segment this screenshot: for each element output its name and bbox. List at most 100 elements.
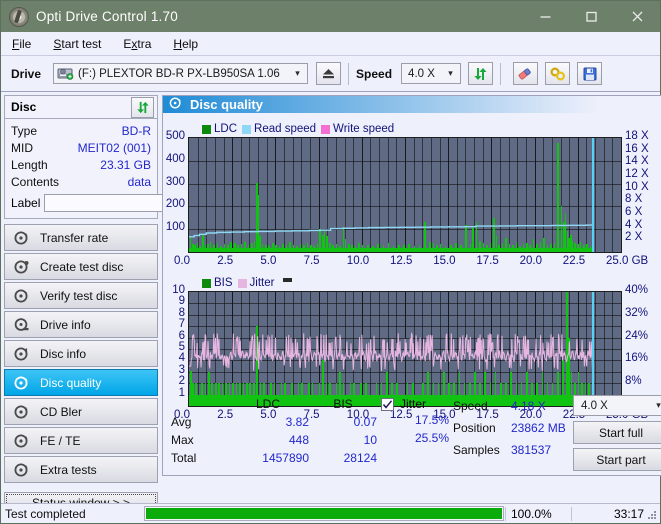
- sidebar-item-transfer-rate[interactable]: Transfer rate: [4, 224, 158, 251]
- disc-key: Length: [11, 158, 48, 172]
- title-bar: Opti Drive Control 1.70: [1, 1, 660, 32]
- disc-info-icon: [14, 346, 30, 362]
- jitter-column: Jitter 17.5% 25.5%: [381, 395, 449, 449]
- legend-item: Jitter: [238, 277, 275, 289]
- cd-bler-icon: [14, 404, 30, 420]
- maximize-button[interactable]: [568, 1, 614, 32]
- position-value: 23862 MB: [511, 421, 566, 435]
- save-button[interactable]: [577, 62, 602, 85]
- stats-ldc-value: 1457890: [227, 451, 309, 465]
- y2-tick-label: 40%: [625, 284, 648, 296]
- charts-area: LDC Read speed Write speed 100 200 300 400 500 2…: [163, 113, 661, 389]
- menu-file[interactable]: File: [10, 36, 33, 52]
- sidebar-item-verify-test-disc[interactable]: Verify test disc: [4, 282, 158, 309]
- pane-header: Disc quality: [163, 96, 661, 113]
- resize-grip-icon[interactable]: [646, 509, 658, 521]
- stats-col-bis: BIS: [309, 397, 377, 411]
- disc-value: MEIT02 (001): [78, 141, 151, 155]
- sidebar-item-drive-info[interactable]: Drive info: [4, 311, 158, 338]
- y-tick-label: 4: [163, 352, 185, 364]
- y-tick-label: 300: [163, 176, 185, 188]
- legend-label: Read speed: [254, 123, 316, 135]
- menu-help[interactable]: Help: [171, 36, 200, 52]
- chevron-down-icon: ▾: [649, 400, 661, 411]
- menu-extra[interactable]: Extra: [121, 36, 153, 52]
- jitter-toggle-row[interactable]: Jitter: [381, 395, 449, 413]
- disc-value: data: [128, 175, 151, 189]
- speed-select[interactable]: 4.0 X ▾: [401, 63, 461, 84]
- x-tick-label: 7.5: [304, 255, 320, 267]
- sidebar-item-extra-tests[interactable]: Extra tests: [4, 456, 158, 483]
- legend-swatch: [202, 279, 211, 288]
- sidebar-item-label: FE / TE: [40, 434, 80, 448]
- stats-bis-value: 0.07: [309, 415, 377, 429]
- disc-refresh-button[interactable]: [131, 97, 154, 118]
- progress-fill: [146, 508, 502, 519]
- drive-select-value: (F:) PLEXTOR BD-R PX-LB950SA 1.06: [78, 68, 288, 80]
- y2-tick-label: 32%: [625, 307, 648, 319]
- erase-button[interactable]: [513, 62, 538, 85]
- sidebar-item-cd-bler[interactable]: CD Bler: [4, 398, 158, 425]
- disc-row-type: Type BD-R: [11, 122, 151, 139]
- plot-area-top-chart-ldc-speed: [188, 137, 622, 253]
- sidebar-item-create-test-disc[interactable]: Create test disc: [4, 253, 158, 280]
- sidebar-item-label: Verify test disc: [40, 289, 117, 303]
- stats-col-ldc: LDC: [227, 397, 309, 411]
- stats-samples-row: Samples 381537: [453, 439, 573, 461]
- nav-list: Transfer rate Create test disc Verify te…: [4, 224, 158, 483]
- legend-item: BIS: [202, 277, 233, 289]
- y2-tick-label: 12 X: [625, 168, 649, 180]
- y-tick-label: 100: [163, 221, 185, 233]
- status-bar: Test completed 100.0% 33:17: [1, 503, 660, 523]
- progress-percent: 100.0%: [505, 507, 571, 521]
- y-tick-label: 3: [163, 364, 185, 376]
- tools-button[interactable]: [545, 62, 570, 85]
- eject-button[interactable]: [316, 62, 341, 85]
- status-message: Test completed: [1, 507, 143, 521]
- disc-value: 23.31 GB: [100, 158, 151, 172]
- fe-te-icon: [14, 433, 30, 449]
- drive-device-icon: [57, 66, 74, 81]
- test-speed-select[interactable]: 4.0 X ▾: [573, 395, 661, 416]
- end-marker-line: [592, 138, 594, 252]
- disc-row-mid: MID MEIT02 (001): [11, 139, 151, 156]
- x-tick-label: 15.0: [433, 255, 455, 267]
- sidebar-item-fe-te[interactable]: FE / TE: [4, 427, 158, 454]
- chevron-down-icon: ▾: [288, 68, 307, 79]
- legend-item: Read speed: [242, 123, 316, 135]
- drive-select[interactable]: (F:) PLEXTOR BD-R PX-LB950SA 1.06 ▾: [53, 63, 308, 84]
- close-button[interactable]: [614, 1, 660, 32]
- x-tick-label: 17.5: [476, 255, 498, 267]
- chart-legend: BIS Jitter: [202, 277, 292, 289]
- x-tick-label: 10.0: [347, 255, 369, 267]
- stats-bis-value: 10: [309, 433, 377, 447]
- legend-item: Write speed: [321, 123, 394, 135]
- legend-label: LDC: [214, 123, 237, 135]
- menu-start-test[interactable]: Start test: [51, 36, 103, 52]
- disc-row-length: Length 23.31 GB: [11, 156, 151, 173]
- disc-row-contents: Contents data: [11, 173, 151, 190]
- y2-tick-label: 10 X: [625, 181, 649, 193]
- drive-toolbar: Drive (F:) PLEXTOR BD-R PX-LB950SA 1.06 …: [1, 56, 660, 92]
- refresh-drive-button[interactable]: [468, 62, 493, 85]
- stats-row-label: Avg: [171, 415, 227, 429]
- speed-label: Speed: [356, 67, 392, 81]
- start-part-button[interactable]: Start part: [573, 448, 661, 471]
- drive-info-icon: [14, 317, 30, 333]
- sidebar-item-disc-quality[interactable]: Disc quality: [4, 369, 158, 396]
- stats-ldc-value: 448: [227, 433, 309, 447]
- y-tick-label: 10: [163, 284, 185, 296]
- start-full-button[interactable]: Start full: [573, 421, 661, 444]
- stats-speed-row: Speed 4.18 X: [453, 395, 573, 417]
- sidebar-item-disc-info[interactable]: Disc info: [4, 340, 158, 367]
- minimize-button[interactable]: [522, 1, 568, 32]
- disc-value: BD-R: [122, 124, 151, 138]
- test-speed-value: 4.0 X: [577, 400, 649, 412]
- jitter-checkbox[interactable]: [381, 398, 394, 411]
- position-label: Position: [453, 421, 511, 435]
- y2-tick-label: 14 X: [625, 155, 649, 167]
- x-tick-label: 0.0: [174, 255, 190, 267]
- y2-tick-label: 18 X: [625, 130, 649, 142]
- disc-panel-header: Disc: [5, 96, 157, 119]
- disc-test-icon: [14, 230, 30, 246]
